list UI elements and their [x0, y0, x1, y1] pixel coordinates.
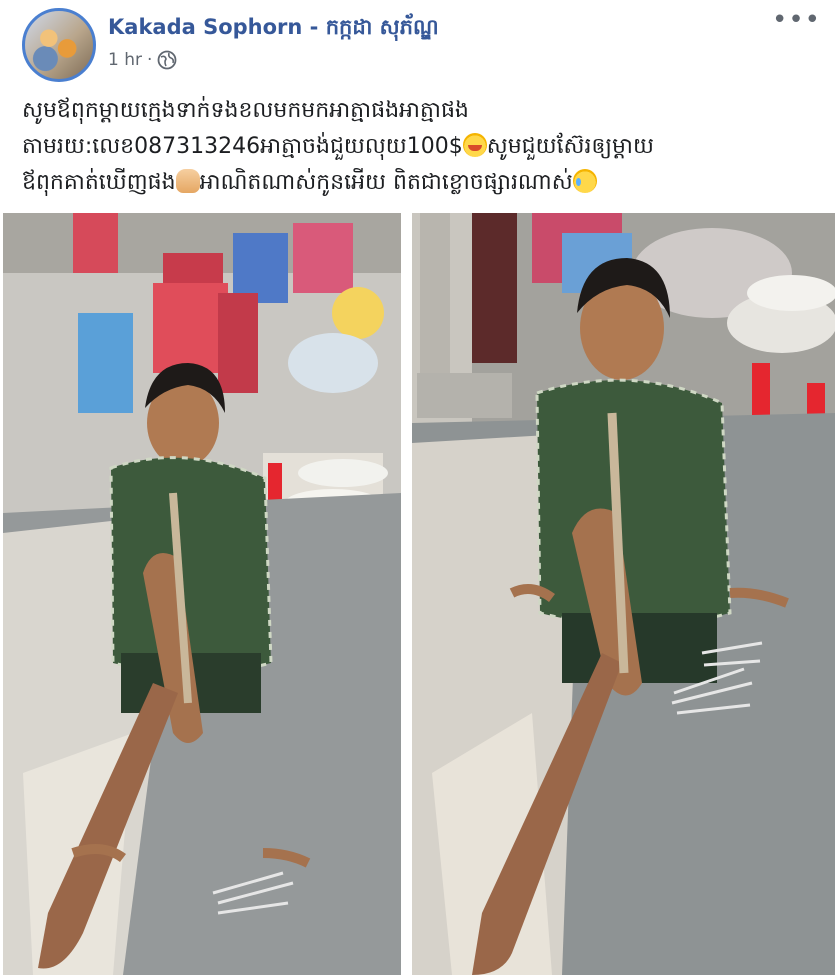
post-text: សូមឪពុកម្តាយក្មេងទាក់ទងខលមកមកអាត្មាផងអាត…	[22, 93, 822, 201]
post-text-line-1: សូមឪពុកម្តាយក្មេងទាក់ទងខលមកមកអាត្មាផងអាត…	[22, 98, 469, 123]
crying-face-emoji-icon	[462, 133, 487, 157]
timestamp[interactable]: 1 hr	[108, 50, 142, 70]
photo-right-illustration	[412, 213, 835, 975]
post-photo-right[interactable]	[412, 213, 835, 975]
more-options-icon[interactable]: •••	[772, 7, 821, 33]
post-photo-left[interactable]	[3, 213, 401, 975]
post-text-line-3: ឪពុកគាត់ឃើញផង អាណិតណាស់កូនអើយ ពិតជាខ្លោចផ…	[22, 165, 822, 201]
sad-tear-emoji-icon	[572, 169, 597, 193]
post-text-segment: ឪពុកគាត់ឃើញផង	[22, 170, 176, 195]
photo-left-illustration	[3, 213, 401, 975]
post-text-line-2: តាមរយ:លេខ087313246អាត្មាចង់ជួយលុយ100$ សូម…	[22, 129, 822, 165]
meta-separator: ·	[146, 50, 153, 70]
post-text-segment: សូមជួយស៊ែរឲ្យម្តាយ	[486, 134, 654, 159]
author-name[interactable]: Kakada Sophorn - កក្កដា សុភ័ណ្ឌ	[108, 14, 439, 45]
post-meta: 1 hr ·	[108, 50, 177, 70]
praying-hands-emoji-icon	[175, 169, 200, 193]
avatar[interactable]	[22, 8, 96, 82]
globe-icon	[157, 50, 177, 70]
post-text-segment: តាមរយ:លេខ087313246អាត្មាចង់ជួយលុយ100$	[22, 134, 463, 159]
post-text-segment: អាណិតណាស់កូនអើយ ពិតជាខ្លោចផ្សារណាស់	[199, 170, 573, 195]
post-header: Kakada Sophorn - កក្កដា សុភ័ណ្ឌ 1 hr · •…	[0, 0, 835, 92]
